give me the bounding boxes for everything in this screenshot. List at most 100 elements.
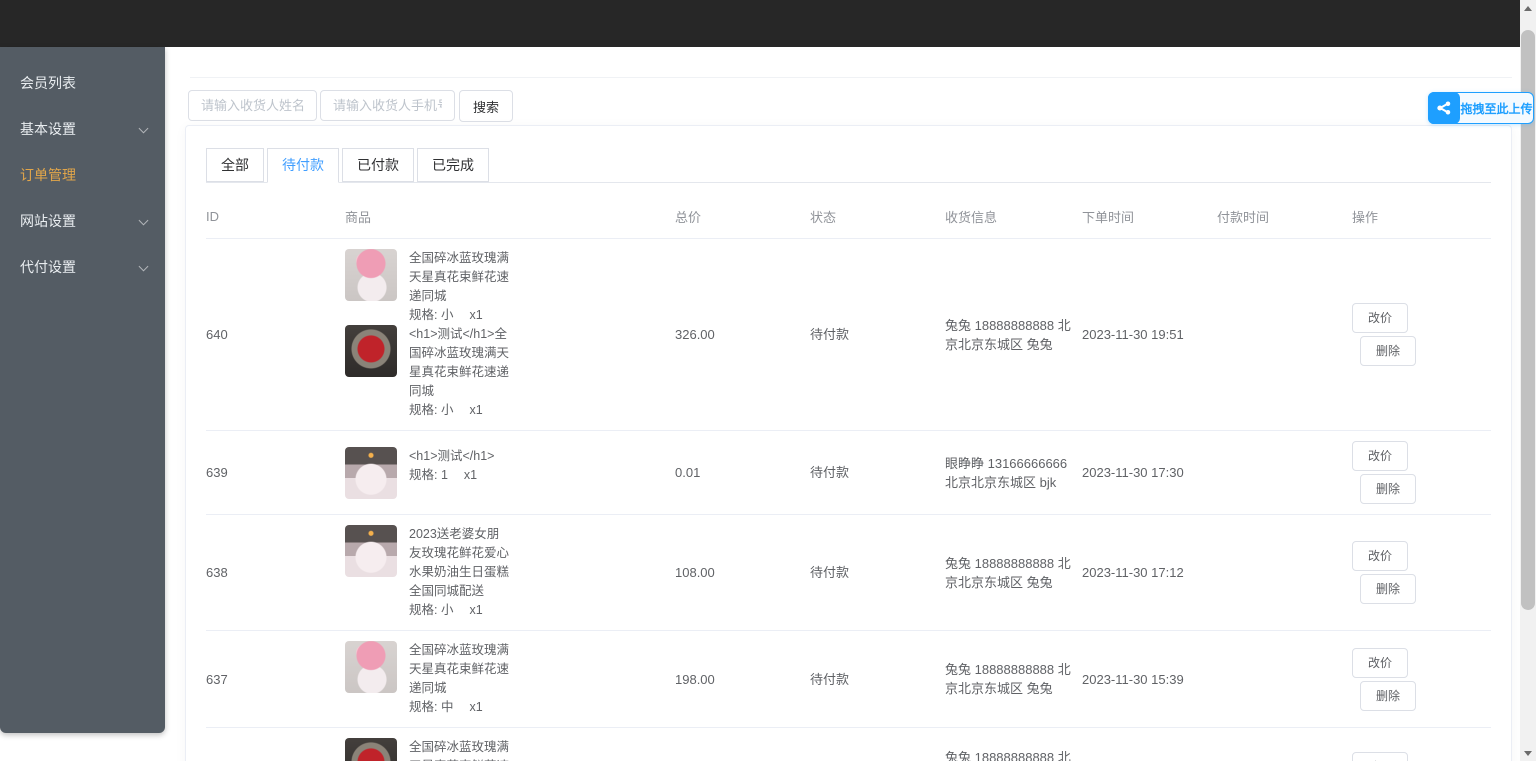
delete-button[interactable]: 删除 xyxy=(1360,474,1416,504)
product-image-cake xyxy=(345,446,397,499)
order-id: 640 xyxy=(206,238,345,431)
product-cell: <h1>测试</h1> 规格: 1 x1 xyxy=(345,430,675,515)
chevron-down-icon xyxy=(138,123,149,134)
sidebar: 会员列表 基本设置 订单管理 网站设置 代付设置 xyxy=(0,47,165,733)
delete-button[interactable]: 删除 xyxy=(1360,336,1416,366)
sidebar-item-website-settings[interactable]: 网站设置 xyxy=(0,198,165,244)
product-title: 全国碎冰蓝玫瑰满天星真花束鲜花速递同城 xyxy=(409,643,510,695)
order-time: 2023-11-30 17:12 xyxy=(1082,514,1217,631)
col-header-total: 总价 xyxy=(675,196,810,239)
product-item: <h1>测试</h1>全国碎冰蓝玫瑰满天星真花束鲜花速递同城 规格: 小 x1 xyxy=(345,325,675,420)
orders-table: ID 商品 总价 状态 收货信息 下单时间 付款时间 操作 640 全国碎冰蓝玫… xyxy=(206,196,1491,761)
table-row: 639 <h1>测试</h1> 规格: 1 x1 0.01 待付款 眼睁睁 131… xyxy=(206,430,1491,515)
product-title: <h1>测试</h1> xyxy=(409,448,495,463)
product-image-pink-bouquet xyxy=(345,249,397,301)
share-nodes-icon xyxy=(1428,91,1460,124)
product-cell: 全国碎冰蓝玫瑰满天星真花束鲜花速递同城 xyxy=(345,727,675,761)
change-price-button[interactable]: 改价 xyxy=(1352,303,1408,333)
scroll-up-arrow-icon[interactable] xyxy=(1520,0,1536,16)
shipping-info: 兔兔 18888888888 北京北京东城区 兔兔 xyxy=(945,749,1071,761)
sidebar-item-label: 订单管理 xyxy=(20,167,76,183)
product-cell: 全国碎冰蓝玫瑰满天星真花束鲜花速递同城 规格: 中 x1 xyxy=(345,630,675,728)
product-item: 2023送老婆女朋友玫瑰花鲜花爱心水果奶油生日蛋糕全国同城配送 规格: 小 x1 xyxy=(345,525,675,620)
product-title: 全国碎冰蓝玫瑰满天星真花束鲜花速递同城 xyxy=(409,251,510,303)
order-status-tabs: 全部 待付款 已付款 已完成 xyxy=(206,148,1491,183)
tab-completed[interactable]: 已完成 xyxy=(417,148,489,182)
delete-button[interactable]: 删除 xyxy=(1360,574,1416,604)
chevron-down-icon xyxy=(138,261,149,272)
table-row: 637 全国碎冰蓝玫瑰满天星真花束鲜花速递同城 规格: 中 x1 198.00 待… xyxy=(206,630,1491,728)
shipping-info: 兔兔 18888888888 北京北京东城区 兔兔 xyxy=(945,317,1071,352)
pay-time xyxy=(1217,727,1352,761)
product-title: 2023送老婆女朋友玫瑰花鲜花爱心水果奶油生日蛋糕全国同城配送 xyxy=(409,527,510,598)
product-image-red-bouquet xyxy=(345,738,397,761)
change-price-button[interactable]: 改价 xyxy=(1352,647,1408,678)
product-qty: x1 xyxy=(469,603,483,617)
order-management-page: 会员列表 基本设置 订单管理 网站设置 代付设置 搜索 xyxy=(0,0,1536,761)
sidebar-item-label: 代付设置 xyxy=(20,259,76,275)
col-header-product: 商品 xyxy=(345,196,675,239)
upload-label: 拖拽至此上传 xyxy=(1460,101,1533,116)
col-header-shipping: 收货信息 xyxy=(945,196,1082,239)
order-time: 2023-11-30 19:51 xyxy=(1082,238,1217,431)
delete-button[interactable]: 删除 xyxy=(1360,680,1416,711)
product-qty: x1 xyxy=(469,403,483,417)
recipient-phone-input[interactable] xyxy=(320,90,455,121)
change-price-button[interactable]: 改价 xyxy=(1352,751,1408,761)
shipping-info: 兔兔 18888888888 北京北京东城区 兔兔 xyxy=(945,662,1071,696)
sidebar-item-member-list[interactable]: 会员列表 xyxy=(0,60,165,106)
sidebar-item-label: 基本设置 xyxy=(20,121,76,137)
table-row: 640 全国碎冰蓝玫瑰满天星真花束鲜花速递同城 规格: 小 x1 <h1>测试<… xyxy=(206,238,1491,431)
orders-card: 全部 待付款 已付款 已完成 ID 商品 总价 状态 收货信息 下单时间 付款时… xyxy=(185,125,1512,761)
product-spec: 规格: 小 xyxy=(409,403,454,417)
pay-time xyxy=(1217,630,1352,728)
table-header-row: ID 商品 总价 状态 收货信息 下单时间 付款时间 操作 xyxy=(206,196,1491,239)
tab-pending-payment[interactable]: 待付款 xyxy=(267,148,339,183)
product-item: <h1>测试</h1> 规格: 1 x1 xyxy=(345,446,675,499)
status-badge xyxy=(810,727,945,761)
sidebar-item-payment-settings[interactable]: 代付设置 xyxy=(0,244,165,290)
order-total: 198.00 xyxy=(675,630,810,728)
change-price-button[interactable]: 改价 xyxy=(1352,441,1408,471)
search-button[interactable]: 搜索 xyxy=(459,90,513,122)
order-id: 637 xyxy=(206,630,345,728)
product-spec: 规格: 小 xyxy=(409,308,454,322)
drag-upload-widget[interactable]: 拖拽至此上传 xyxy=(1428,91,1534,124)
sidebar-item-order-management[interactable]: 订单管理 xyxy=(0,152,165,198)
product-spec: 规格: 中 xyxy=(409,700,454,714)
shipping-info: 眼睁睁 13166666666 北京北京东城区 bjk xyxy=(945,455,1068,490)
scroll-down-arrow-icon[interactable] xyxy=(1520,745,1536,761)
table-row: 638 2023送老婆女朋友玫瑰花鲜花爱心水果奶油生日蛋糕全国同城配送 规格: … xyxy=(206,514,1491,631)
product-cell: 全国碎冰蓝玫瑰满天星真花束鲜花速递同城 规格: 小 x1 <h1>测试</h1>全… xyxy=(345,238,675,431)
order-id: 638 xyxy=(206,514,345,631)
product-title: <h1>测试</h1>全国碎冰蓝玫瑰满天星真花束鲜花速递同城 xyxy=(409,327,510,398)
pay-time xyxy=(1217,238,1352,431)
col-header-order-time: 下单时间 xyxy=(1082,196,1217,239)
product-qty: x1 xyxy=(463,467,478,482)
order-total: 326.00 xyxy=(675,238,810,431)
product-spec: 规格: 小 xyxy=(409,603,454,617)
tab-all[interactable]: 全部 xyxy=(206,148,264,182)
sidebar-item-label: 网站设置 xyxy=(20,213,76,229)
order-total: 0.01 xyxy=(675,430,810,515)
product-image-pink-bouquet xyxy=(345,641,397,693)
change-price-button[interactable]: 改价 xyxy=(1352,541,1408,571)
order-id: 639 xyxy=(206,430,345,515)
tab-paid[interactable]: 已付款 xyxy=(342,148,414,182)
col-header-status: 状态 xyxy=(810,196,945,239)
status-badge: 待付款 xyxy=(810,630,945,728)
order-total xyxy=(675,727,810,761)
order-id xyxy=(206,727,345,761)
product-qty: x1 xyxy=(469,700,483,714)
recipient-name-input[interactable] xyxy=(188,90,317,121)
product-spec: 规格: 1 xyxy=(409,467,448,482)
product-title: 全国碎冰蓝玫瑰满天星真花束鲜花速递同城 xyxy=(409,740,510,761)
product-item: 全国碎冰蓝玫瑰满天星真花束鲜花速递同城 xyxy=(345,738,675,761)
table-row: 全国碎冰蓝玫瑰满天星真花束鲜花速递同城 兔兔 18888888888 北京北京东… xyxy=(206,727,1491,761)
order-time xyxy=(1082,727,1217,761)
status-badge: 待付款 xyxy=(810,514,945,631)
status-badge: 待付款 xyxy=(810,430,945,515)
shipping-info: 兔兔 18888888888 北京北京东城区 兔兔 xyxy=(945,555,1071,590)
header-divider xyxy=(190,77,1512,78)
sidebar-item-basic-settings[interactable]: 基本设置 xyxy=(0,106,165,152)
